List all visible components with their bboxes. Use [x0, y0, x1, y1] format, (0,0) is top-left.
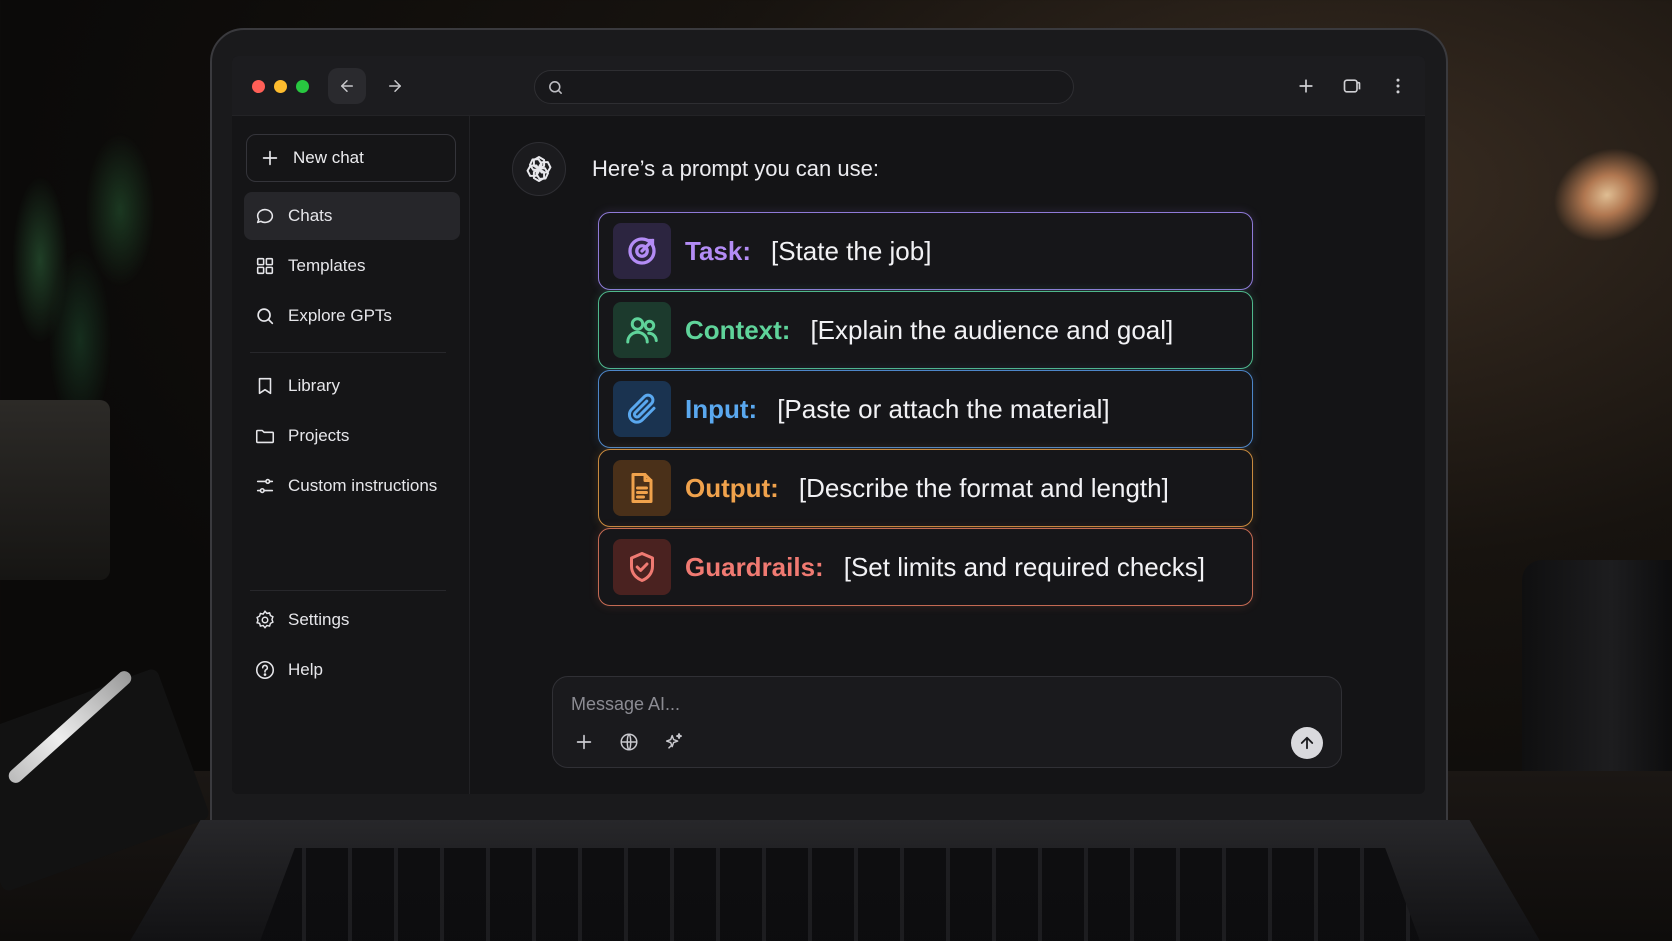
card-label: Task: — [685, 235, 751, 266]
sidebar-item-label: Library — [288, 376, 340, 395]
bookmark-icon — [258, 377, 272, 395]
sidebar-divider — [250, 590, 446, 591]
sidebar-item-help[interactable]: Help — [244, 646, 460, 694]
web-search-button[interactable] — [614, 727, 644, 757]
attach-button[interactable] — [569, 727, 599, 757]
card-label: Guardrails: — [685, 551, 824, 582]
sidebar-item-templates[interactable]: Templates — [244, 242, 460, 290]
gear-icon — [256, 610, 274, 629]
target-icon — [628, 237, 656, 265]
tabs-icon — [1343, 79, 1361, 93]
sidebar: New chat Chats Templates Explore GPTs Li… — [232, 116, 470, 794]
sidebar-item-projects[interactable]: Projects — [244, 412, 460, 460]
search-icon — [257, 308, 274, 325]
tabs-button[interactable] — [1338, 72, 1366, 100]
more-vertical-icon — [1396, 78, 1400, 94]
sidebar-item-label: Custom instructions — [288, 476, 438, 495]
plus-icon — [576, 734, 592, 750]
shield-check-icon — [630, 552, 654, 582]
globe-icon — [620, 733, 638, 751]
card-text: [State the job] — [771, 235, 932, 266]
send-button[interactable] — [1291, 727, 1323, 759]
assistant-intro-text: Here’s a prompt you can use: — [592, 156, 879, 181]
background-lamp — [1538, 130, 1672, 260]
tools-button[interactable] — [659, 727, 689, 757]
background-mug — [1522, 560, 1672, 800]
plus-icon — [1299, 79, 1313, 93]
sidebar-item-label: Projects — [288, 426, 350, 445]
card-label: Output: — [685, 472, 779, 503]
sidebar-item-explore-gpts[interactable]: Explore GPTs — [244, 292, 460, 340]
sparkles-icon — [665, 733, 683, 749]
address-bar[interactable] — [534, 70, 1074, 104]
sidebar-item-label: Templates — [288, 256, 366, 275]
card-label: Input: — [685, 393, 758, 424]
plus-icon — [262, 150, 278, 166]
arrow-right-icon — [389, 80, 401, 92]
card-text: [Paste or attach the material] — [777, 393, 1110, 424]
card-icon-box — [613, 381, 671, 437]
card-text: [Set limits and required checks] — [843, 551, 1205, 582]
search-icon — [549, 81, 562, 94]
sidebar-item-label: Chats — [288, 206, 333, 225]
prompt-card-task: Task: [State the job] — [598, 212, 1253, 290]
more-menu-button[interactable] — [1384, 72, 1412, 100]
message-composer — [552, 676, 1342, 768]
prompt-card-output: Output: [Describe the format and length] — [598, 449, 1253, 527]
card-text: [Describe the format and length] — [798, 472, 1169, 503]
grid-icon — [256, 257, 274, 275]
new-chat-button[interactable]: New chat — [246, 134, 456, 182]
close-window-button[interactable] — [252, 80, 265, 93]
sliders-icon — [256, 478, 274, 494]
card-icon-box — [613, 302, 671, 358]
sidebar-item-library[interactable]: Library — [244, 362, 460, 410]
sidebar-item-label: Help — [288, 660, 323, 679]
arrow-up-icon — [1300, 736, 1314, 750]
browser-titlebar — [232, 56, 1425, 116]
card-icon-box — [613, 460, 671, 516]
sidebar-item-custom-instructions[interactable]: Custom instructions — [244, 462, 460, 510]
sidebar-divider — [250, 352, 446, 353]
card-icon-box — [613, 539, 671, 595]
forward-button[interactable] — [376, 68, 414, 104]
assistant-logo-icon — [526, 155, 552, 183]
sidebar-item-label: Explore GPTs — [288, 306, 392, 325]
laptop-screen: New chat Chats Templates Explore GPTs Li… — [232, 56, 1425, 794]
sidebar-item-settings[interactable]: Settings — [244, 596, 460, 644]
back-button[interactable] — [328, 68, 366, 104]
new-tab-button[interactable] — [1292, 72, 1320, 100]
maximize-window-button[interactable] — [296, 80, 309, 93]
new-chat-label: New chat — [293, 148, 364, 167]
sidebar-item-label: Settings — [288, 610, 350, 629]
prompt-card-guardrails: Guardrails: [Set limits and required che… — [598, 528, 1253, 606]
assistant-avatar — [512, 142, 566, 196]
card-icon-box — [613, 223, 671, 279]
message-input[interactable] — [571, 691, 1171, 717]
sidebar-item-chats[interactable]: Chats — [244, 192, 460, 240]
prompt-card-context: Context: [Explain the audience and goal] — [598, 291, 1253, 369]
minimize-window-button[interactable] — [274, 80, 287, 93]
card-text: [Explain the audience and goal] — [810, 314, 1174, 345]
prompt-card-input: Input: [Paste or attach the material] — [598, 370, 1253, 448]
arrow-left-icon — [341, 80, 353, 92]
users-icon — [626, 317, 658, 344]
folder-icon — [255, 429, 275, 444]
paperclip-icon — [627, 393, 656, 424]
card-label: Context: — [685, 314, 791, 345]
background-pot — [0, 400, 110, 580]
document-icon — [631, 473, 653, 503]
chat-bubble-icon — [256, 208, 274, 224]
laptop-keyboard — [260, 848, 1420, 941]
help-circle-icon — [255, 660, 275, 680]
